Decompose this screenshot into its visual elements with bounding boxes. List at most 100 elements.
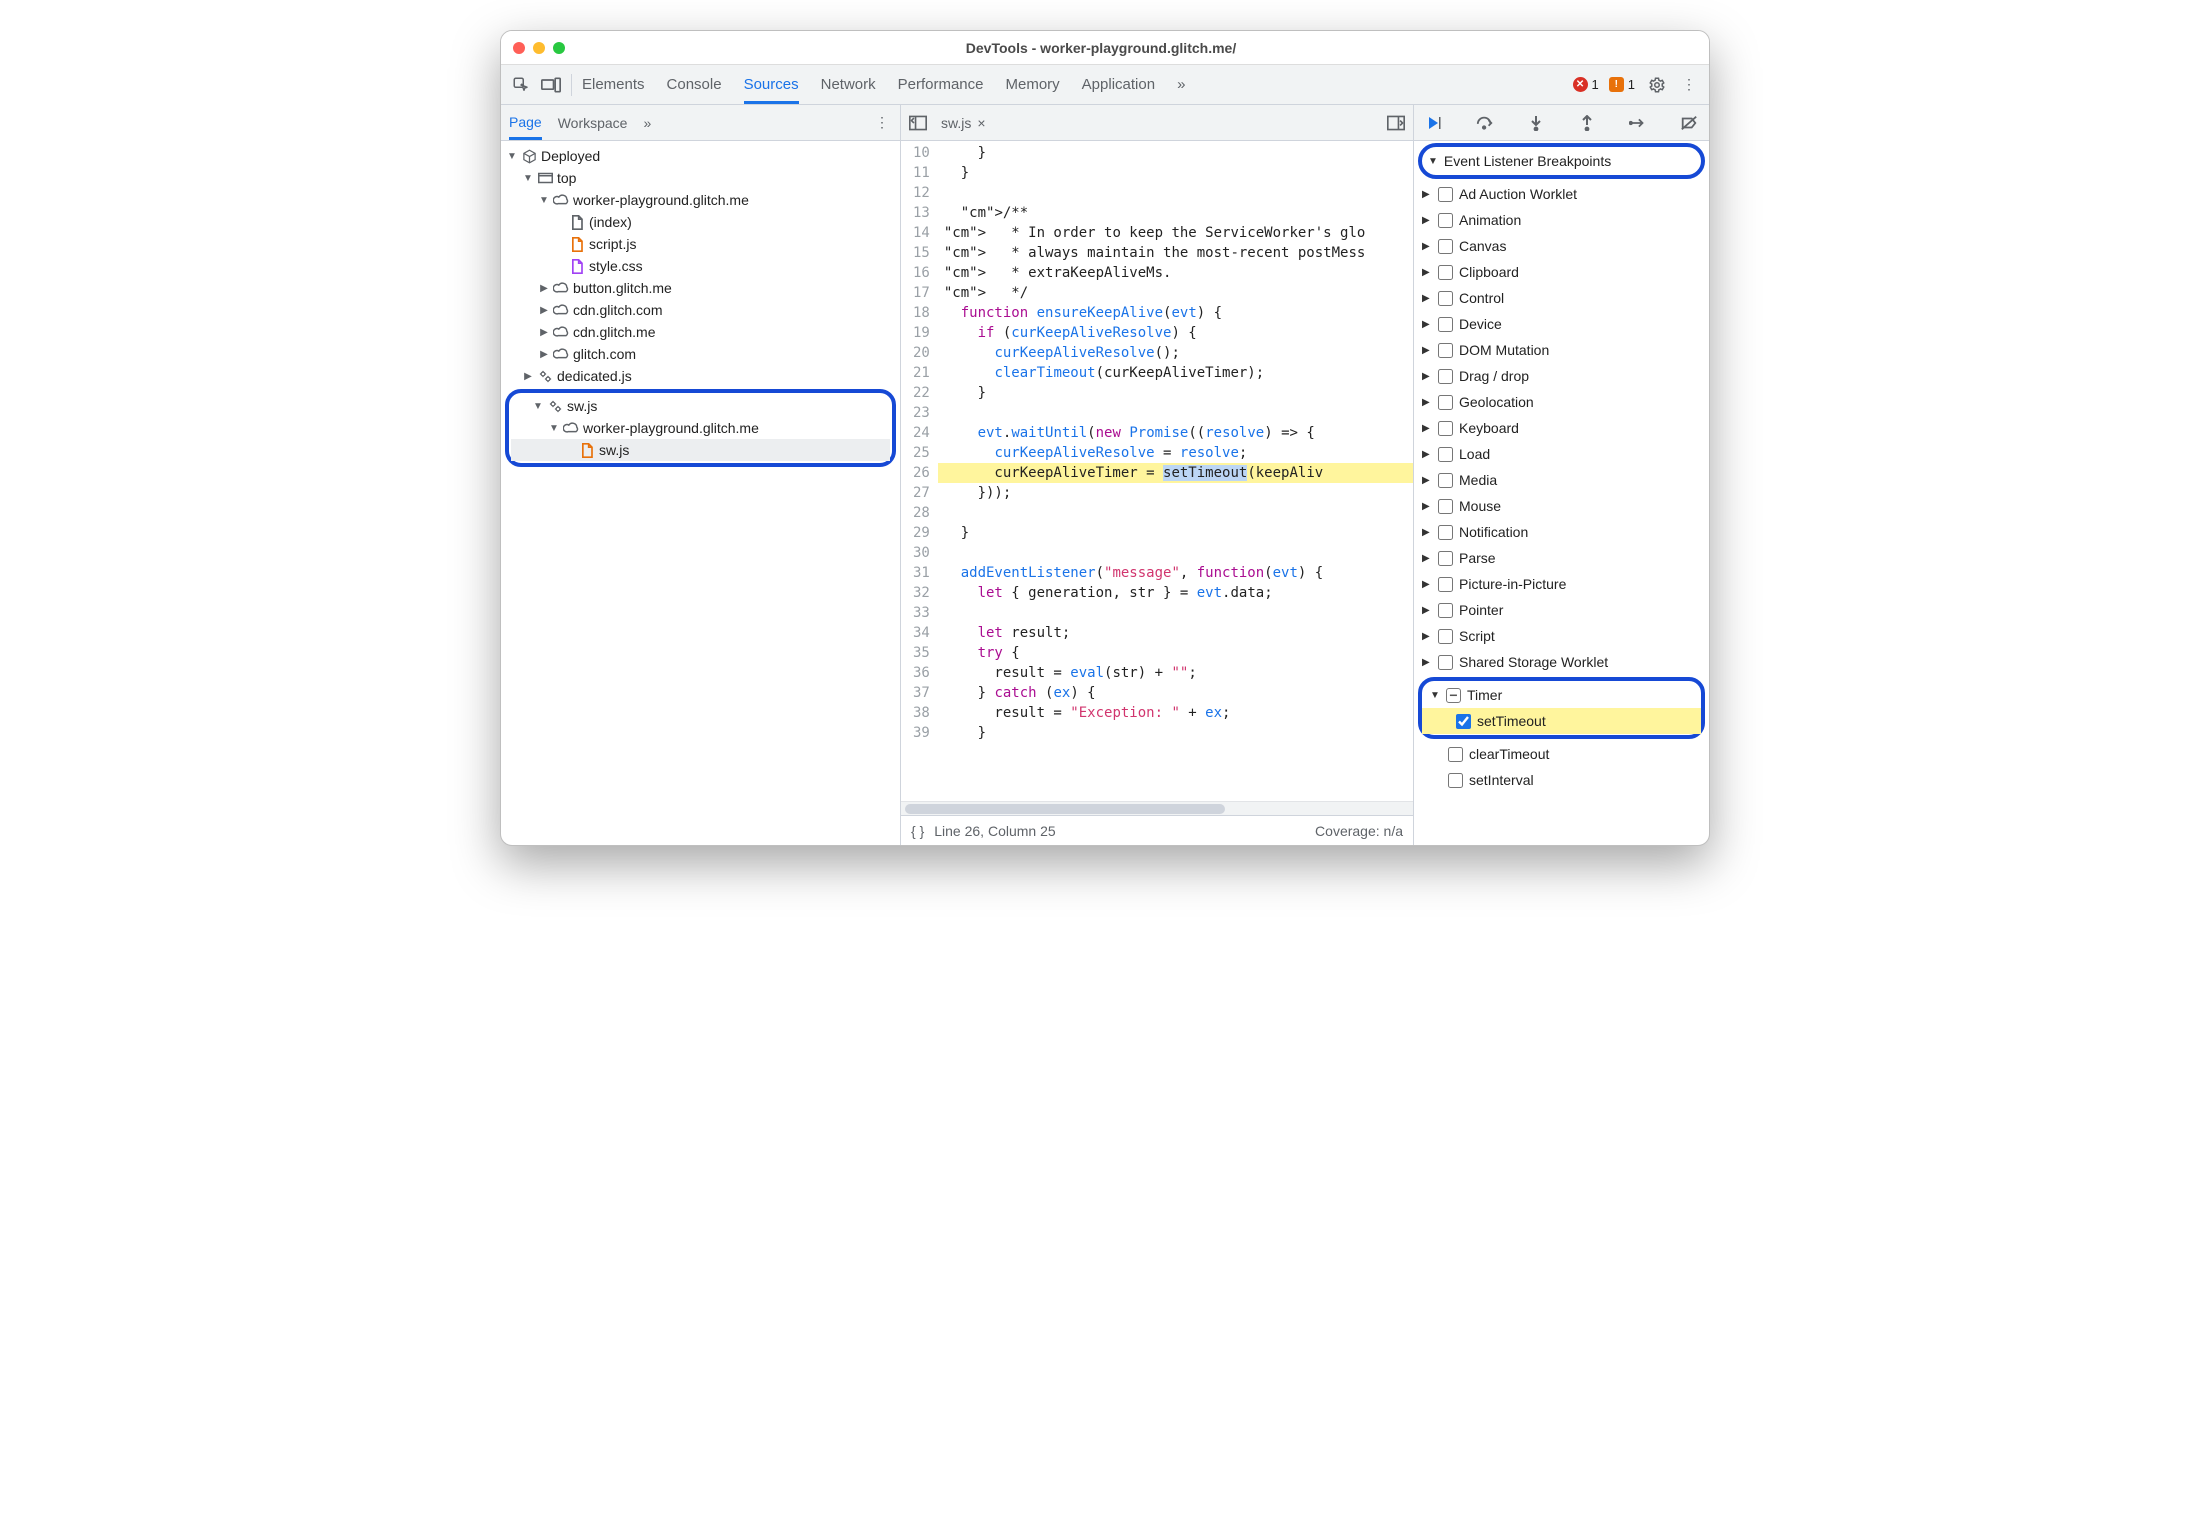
bp-checkbox[interactable] (1438, 629, 1453, 644)
tree-deployed[interactable]: ▼Deployed (501, 145, 900, 167)
close-window-button[interactable] (513, 42, 525, 54)
mixed-checkbox-icon[interactable]: − (1446, 688, 1461, 703)
bp-category[interactable]: ▶Shared Storage Worklet (1414, 649, 1709, 675)
bp-checkbox[interactable] (1438, 265, 1453, 280)
step-icon[interactable] (1628, 113, 1648, 133)
bp-checkbox[interactable] (1438, 655, 1453, 670)
bp-checkbox[interactable] (1438, 577, 1453, 592)
bp-setinterval[interactable]: setInterval (1414, 767, 1709, 793)
subtab-overflow[interactable]: » (643, 115, 651, 131)
file-tab-swjs[interactable]: sw.js× (935, 115, 992, 131)
bp-checkbox[interactable] (1448, 747, 1463, 762)
bp-checkbox[interactable] (1438, 499, 1453, 514)
settings-icon[interactable] (1647, 75, 1667, 95)
code-editor[interactable]: 1011121314151617181920212223242526272829… (901, 141, 1413, 801)
bp-checkbox[interactable] (1438, 473, 1453, 488)
tree-origin-wp[interactable]: ▼worker-playground.glitch.me (501, 189, 900, 211)
debugger-toolbar (1414, 105, 1709, 141)
inspect-icon[interactable] (511, 75, 531, 95)
scrollbar-thumb[interactable] (905, 804, 1225, 814)
event-listener-breakpoints-title[interactable]: ▼Event Listener Breakpoints (1422, 147, 1701, 175)
maximize-window-button[interactable] (553, 42, 565, 54)
bp-checkbox[interactable] (1438, 187, 1453, 202)
bp-category[interactable]: ▶Device (1414, 311, 1709, 337)
bp-checkbox[interactable] (1438, 447, 1453, 462)
bp-checkbox[interactable] (1438, 551, 1453, 566)
tree-index[interactable]: (index) (501, 211, 900, 233)
device-toggle-icon[interactable] (541, 75, 561, 95)
bp-category[interactable]: ▶Pointer (1414, 597, 1709, 623)
bp-category[interactable]: ▶Geolocation (1414, 389, 1709, 415)
bp-settimeout[interactable]: setTimeout (1422, 708, 1701, 734)
tree-cdn-me[interactable]: ▶cdn.glitch.me (501, 321, 900, 343)
code-area[interactable]: } } "cm">/**"cm"> * In order to keep the… (938, 141, 1413, 801)
bp-category[interactable]: ▶Keyboard (1414, 415, 1709, 441)
bp-checkbox[interactable] (1438, 603, 1453, 618)
toggle-navigator-icon[interactable] (909, 115, 927, 131)
bp-category[interactable]: ▶Picture-in-Picture (1414, 571, 1709, 597)
warning-badge[interactable]: !1 (1609, 77, 1635, 92)
bp-checkbox[interactable] (1438, 369, 1453, 384)
tab-performance[interactable]: Performance (898, 76, 984, 93)
bp-checkbox[interactable] (1438, 317, 1453, 332)
bp-checkbox[interactable] (1438, 291, 1453, 306)
bp-category[interactable]: ▶Drag / drop (1414, 363, 1709, 389)
toggle-debugger-icon[interactable] (1387, 115, 1405, 131)
tree-button-glitch[interactable]: ▶button.glitch.me (501, 277, 900, 299)
step-out-icon[interactable] (1577, 113, 1597, 133)
tab-application[interactable]: Application (1082, 76, 1155, 93)
close-tab-icon[interactable]: × (977, 115, 985, 131)
bp-checkbox[interactable] (1438, 239, 1453, 254)
error-badge[interactable]: ✕1 (1573, 77, 1599, 92)
bp-category[interactable]: ▶Mouse (1414, 493, 1709, 519)
resume-icon[interactable] (1424, 113, 1444, 133)
minimize-window-button[interactable] (533, 42, 545, 54)
tree-sw-origin[interactable]: ▼worker-playground.glitch.me (511, 417, 890, 439)
bp-checkbox[interactable] (1438, 343, 1453, 358)
bp-cleartimeout[interactable]: clearTimeout (1414, 741, 1709, 767)
bp-category[interactable]: ▶Notification (1414, 519, 1709, 545)
tree-dedicated[interactable]: ▶dedicated.js (501, 365, 900, 387)
js-file-icon (569, 236, 585, 252)
more-icon[interactable]: ⋮ (1679, 75, 1699, 95)
subtab-page[interactable]: Page (509, 114, 542, 140)
bp-category[interactable]: ▶Canvas (1414, 233, 1709, 259)
tree-glitch-com[interactable]: ▶glitch.com (501, 343, 900, 365)
step-over-icon[interactable] (1475, 113, 1495, 133)
bp-category[interactable]: ▶Control (1414, 285, 1709, 311)
tree-sw-group[interactable]: ▼sw.js (511, 395, 890, 417)
bp-category-timer[interactable]: ▼−Timer (1422, 682, 1701, 708)
tree-cdn-com[interactable]: ▶cdn.glitch.com (501, 299, 900, 321)
bp-checkbox[interactable] (1448, 773, 1463, 788)
navigator-more-icon[interactable]: ⋮ (872, 113, 892, 133)
tabs-overflow[interactable]: » (1177, 76, 1185, 93)
tab-elements[interactable]: Elements (582, 76, 645, 93)
bp-checkbox[interactable] (1438, 213, 1453, 228)
bp-category[interactable]: ▶Animation (1414, 207, 1709, 233)
tree-scriptjs[interactable]: script.js (501, 233, 900, 255)
bp-category[interactable]: ▶Ad Auction Worklet (1414, 181, 1709, 207)
step-into-icon[interactable] (1526, 113, 1546, 133)
bp-checkbox[interactable] (1456, 714, 1471, 729)
editor-panel: sw.js× 101112131415161718192021222324252… (901, 105, 1414, 845)
bp-checkbox[interactable] (1438, 395, 1453, 410)
bp-category[interactable]: ▶DOM Mutation (1414, 337, 1709, 363)
tab-memory[interactable]: Memory (1006, 76, 1060, 93)
bp-category[interactable]: ▶Clipboard (1414, 259, 1709, 285)
pretty-print-icon[interactable]: { } (911, 823, 924, 839)
bp-category[interactable]: ▶Load (1414, 441, 1709, 467)
editor-horizontal-scrollbar[interactable] (901, 801, 1413, 815)
bp-category[interactable]: ▶Media (1414, 467, 1709, 493)
deactivate-breakpoints-icon[interactable] (1679, 113, 1699, 133)
tab-sources[interactable]: Sources (744, 76, 799, 104)
bp-category[interactable]: ▶Script (1414, 623, 1709, 649)
tree-top[interactable]: ▼top (501, 167, 900, 189)
subtab-workspace[interactable]: Workspace (558, 115, 628, 131)
tab-network[interactable]: Network (821, 76, 876, 93)
tree-stylecss[interactable]: style.css (501, 255, 900, 277)
tab-console[interactable]: Console (667, 76, 722, 93)
bp-checkbox[interactable] (1438, 421, 1453, 436)
bp-category[interactable]: ▶Parse (1414, 545, 1709, 571)
tree-sw-file[interactable]: sw.js (511, 439, 890, 461)
bp-checkbox[interactable] (1438, 525, 1453, 540)
